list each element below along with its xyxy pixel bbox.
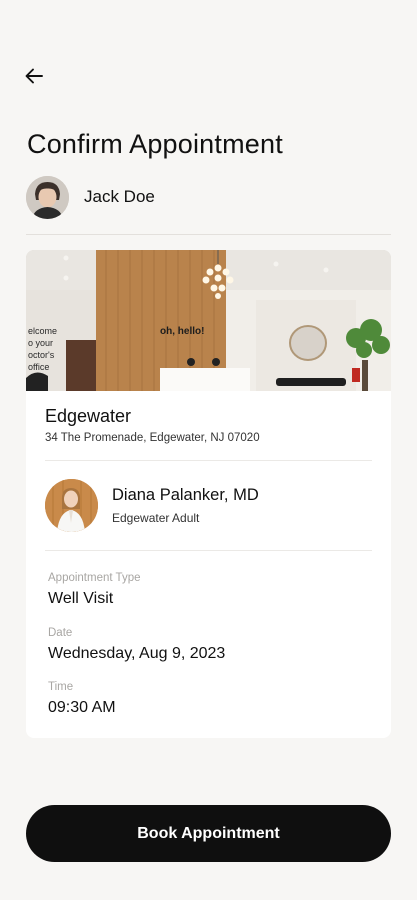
provider-avatar bbox=[45, 479, 98, 532]
provider-row: Diana Palanker, MD Edgewater Adult bbox=[45, 479, 259, 532]
svg-text:octor's: octor's bbox=[28, 350, 55, 360]
date-field: Date Wednesday, Aug 9, 2023 bbox=[48, 627, 225, 663]
provider-department: Edgewater Adult bbox=[112, 511, 200, 525]
appointment-type-label: Appointment Type bbox=[48, 572, 141, 584]
date-label: Date bbox=[48, 627, 73, 639]
time-label: Time bbox=[48, 681, 74, 693]
divider bbox=[45, 460, 372, 461]
location-photo: elcome o your octor's office oh, hello! bbox=[26, 250, 391, 391]
arrow-left-icon bbox=[25, 68, 43, 84]
location-address: 34 The Promenade, Edgewater, NJ 07020 bbox=[45, 432, 260, 444]
patient-row: Jack Doe bbox=[26, 175, 155, 219]
date-value: Wednesday, Aug 9, 2023 bbox=[48, 645, 226, 662]
lobby-sign-text: oh, hello! bbox=[160, 326, 204, 337]
appointment-card: elcome o your octor's office oh, hello! bbox=[26, 250, 391, 738]
time-field: Time 09:30 AM bbox=[48, 681, 116, 717]
provider-name: Diana Palanker, MD bbox=[112, 486, 259, 504]
location-name: Edgewater bbox=[45, 406, 132, 426]
divider bbox=[45, 550, 372, 551]
svg-text:office: office bbox=[28, 362, 49, 372]
svg-text:o your: o your bbox=[28, 338, 53, 348]
appointment-type-field: Appointment Type Well Visit bbox=[48, 572, 141, 608]
confirm-appointment-screen: Confirm Appointment Jack Doe elcome o yo… bbox=[0, 0, 417, 900]
header-divider bbox=[26, 234, 391, 235]
appointment-type-value: Well Visit bbox=[48, 590, 114, 607]
patient-name: Jack Doe bbox=[84, 187, 155, 206]
wall-sign-text: elcome bbox=[28, 326, 57, 336]
book-appointment-button[interactable]: Book Appointment bbox=[26, 805, 391, 862]
time-value: 09:30 AM bbox=[48, 699, 116, 716]
back-button[interactable] bbox=[20, 62, 48, 90]
page-title: Confirm Appointment bbox=[27, 129, 283, 159]
patient-avatar bbox=[26, 175, 69, 219]
